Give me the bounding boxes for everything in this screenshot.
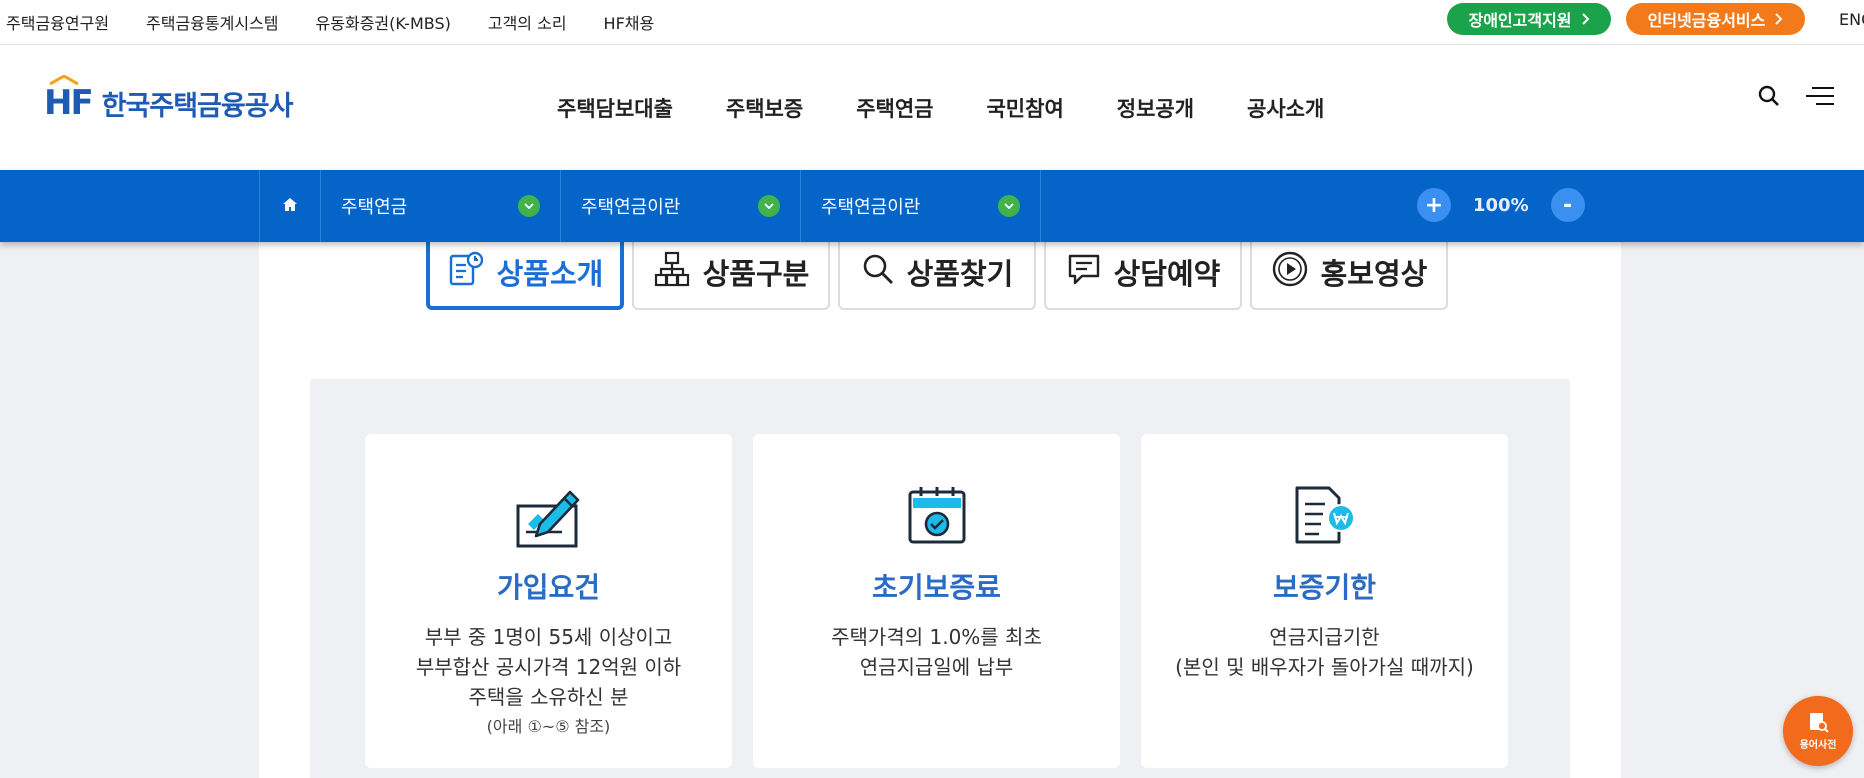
tab-product-intro-label: 상품소개 [496, 257, 604, 291]
language-english-link[interactable]: ENG [1839, 10, 1864, 29]
signature-pen-icon [365, 484, 732, 554]
logo-mark: HF [44, 75, 94, 123]
breadcrumb-level-1[interactable]: 주택연금 [321, 170, 561, 242]
product-tabs: 상품소개 상품구분 상품찾기 상담예약 홍보영상 [426, 234, 1448, 310]
hierarchy-icon [653, 250, 691, 295]
zoom-out-button[interactable]: - [1550, 188, 1585, 222]
utility-link-statistics[interactable]: 주택금융통계시스템 [146, 10, 278, 34]
tab-product-search-label: 상품찾기 [906, 257, 1014, 291]
tab-product-category[interactable]: 상품구분 [632, 234, 830, 310]
gnb-item-guarantee[interactable]: 주택보증 [726, 93, 803, 123]
chevron-down-icon [518, 195, 540, 217]
breadcrumb-bar: 주택연금 주택연금이란 주택연금이란 + 100% - [0, 170, 1864, 242]
utility-link-recruit[interactable]: HF채용 [604, 10, 655, 34]
zoom-level: 100% [1473, 194, 1529, 216]
glossary-label: 용어사전 [1799, 740, 1837, 751]
tab-promo-video[interactable]: 홍보영상 [1250, 234, 1448, 310]
logo-name: 한국주택금융공사 [101, 90, 294, 122]
logo-mark-text: HF [44, 83, 94, 123]
card-guarantee-term-title: 보증기한 [1272, 571, 1377, 604]
tab-consult-booking[interactable]: 상담예약 [1044, 234, 1242, 310]
gnb-item-disclosure[interactable]: 정보공개 [1117, 93, 1194, 123]
play-circle-icon [1271, 250, 1309, 295]
utility-link-voice[interactable]: 고객의 소리 [488, 10, 567, 34]
calendar-check-icon [753, 484, 1120, 554]
card-eligibility-line: 부부합산 공시가격 12억원 이하 [415, 655, 682, 679]
chevron-down-icon [998, 195, 1020, 217]
utility-bar: 주택금융연구원 주택금융통계시스템 유동화증권(K-MBS) 고객의 소리 HF… [0, 0, 1864, 45]
chevron-down-icon [758, 195, 780, 217]
internet-banking-button[interactable]: 인터넷금융서비스 [1626, 3, 1805, 35]
utility-link-kmbs[interactable]: 유동화증권(K-MBS) [316, 10, 451, 34]
home-button[interactable] [259, 170, 321, 242]
card-eligibility-line: 주택을 소유하신 분 [468, 685, 629, 709]
site-logo[interactable]: HF 한국주택금융공사 [44, 75, 294, 123]
gnb-item-mortgage[interactable]: 주택담보대출 [557, 93, 673, 123]
breadcrumb-level-2[interactable]: 주택연금이란 [561, 170, 801, 242]
breadcrumb: 주택연금 주택연금이란 주택연금이란 [259, 170, 1041, 242]
card-guarantee-term: 보증기한 연금지급기한 (본인 및 배우자가 돌아가실 때까지) [1141, 434, 1508, 768]
card-initial-fee-title: 초기보증료 [872, 571, 1001, 604]
tab-consult-booking-label: 상담예약 [1113, 257, 1221, 291]
summary-panel: 가입요건 부부 중 1명이 55세 이상이고 부부합산 공시가격 12억원 이하… [310, 379, 1570, 778]
card-initial-fee: 초기보증료 주택가격의 1.0%를 최초 연금지급일에 납부 [753, 434, 1120, 768]
card-eligibility-title: 가입요건 [496, 571, 601, 604]
card-eligibility: 가입요건 부부 중 1명이 55세 이상이고 부부합산 공시가격 12억원 이하… [365, 434, 732, 768]
chevron-right-icon [1581, 10, 1590, 29]
breadcrumb-level-2-label: 주택연금이란 [581, 197, 681, 218]
accessibility-support-button[interactable]: 장애인고객지원 [1447, 3, 1611, 35]
search-icon[interactable] [1758, 85, 1780, 111]
breadcrumb-level-3[interactable]: 주택연금이란 [801, 170, 1041, 242]
card-initial-fee-line: 주택가격의 1.0%를 최초 [831, 625, 1042, 649]
accessibility-support-label: 장애인고객지원 [1468, 11, 1572, 30]
tab-product-search[interactable]: 상품찾기 [838, 234, 1036, 310]
internet-banking-label: 인터넷금융서비스 [1647, 11, 1766, 30]
zoom-control: + 100% - [1417, 188, 1585, 222]
zoom-in-button[interactable]: + [1417, 188, 1451, 222]
card-eligibility-line: 부부 중 1명이 55세 이상이고 [424, 625, 673, 649]
card-eligibility-description: 부부 중 1명이 55세 이상이고 부부합산 공시가격 12억원 이하 주택을 … [365, 622, 732, 742]
tab-product-intro[interactable]: 상품소개 [426, 234, 624, 310]
card-eligibility-note: (아래 ①~⑤ 참조) [486, 717, 611, 736]
main-content: 상품소개 상품구분 상품찾기 상담예약 홍보영상 가입요건 부부 중 1명이 5… [259, 234, 1621, 778]
clipboard-clock-icon [447, 250, 485, 295]
card-guarantee-term-line: 연금지급기한 [1269, 625, 1380, 649]
utility-link-research[interactable]: 주택금융연구원 [6, 10, 109, 34]
main-header: HF 한국주택금융공사 주택담보대출 주택보증 주택연금 국민참여 정보공개 공… [0, 45, 1864, 170]
book-search-icon [1807, 711, 1829, 736]
gnb-item-pension[interactable]: 주택연금 [856, 93, 933, 123]
chevron-right-icon [1775, 10, 1783, 29]
card-guarantee-term-description: 연금지급기한 (본인 및 배우자가 돌아가실 때까지) [1141, 622, 1508, 682]
breadcrumb-level-1-label: 주택연금 [341, 197, 408, 218]
gnb-item-about[interactable]: 공사소개 [1247, 93, 1324, 123]
global-navigation: 주택담보대출 주택보증 주택연금 국민참여 정보공개 공사소개 [557, 93, 1324, 123]
tab-promo-video-label: 홍보영상 [1320, 257, 1428, 291]
header-actions [1758, 85, 1834, 111]
card-initial-fee-description: 주택가격의 1.0%를 최초 연금지급일에 납부 [753, 622, 1120, 682]
breadcrumb-level-3-label: 주택연금이란 [821, 197, 921, 218]
card-initial-fee-line: 연금지급일에 납부 [859, 655, 1014, 679]
utility-links: 주택금융연구원 주택금융통계시스템 유동화증권(K-MBS) 고객의 소리 HF… [6, 10, 654, 34]
home-icon [282, 197, 298, 216]
glossary-button[interactable]: 용어사전 [1783, 696, 1853, 766]
document-won-icon [1141, 484, 1508, 554]
search-icon [861, 252, 895, 293]
tab-product-category-label: 상품구분 [702, 257, 810, 291]
card-guarantee-term-line: (본인 및 배우자가 돌아가실 때까지) [1175, 655, 1474, 679]
chat-bubble-icon [1066, 251, 1102, 294]
menu-icon[interactable] [1806, 86, 1834, 110]
gnb-item-participation[interactable]: 국민참여 [986, 93, 1063, 123]
